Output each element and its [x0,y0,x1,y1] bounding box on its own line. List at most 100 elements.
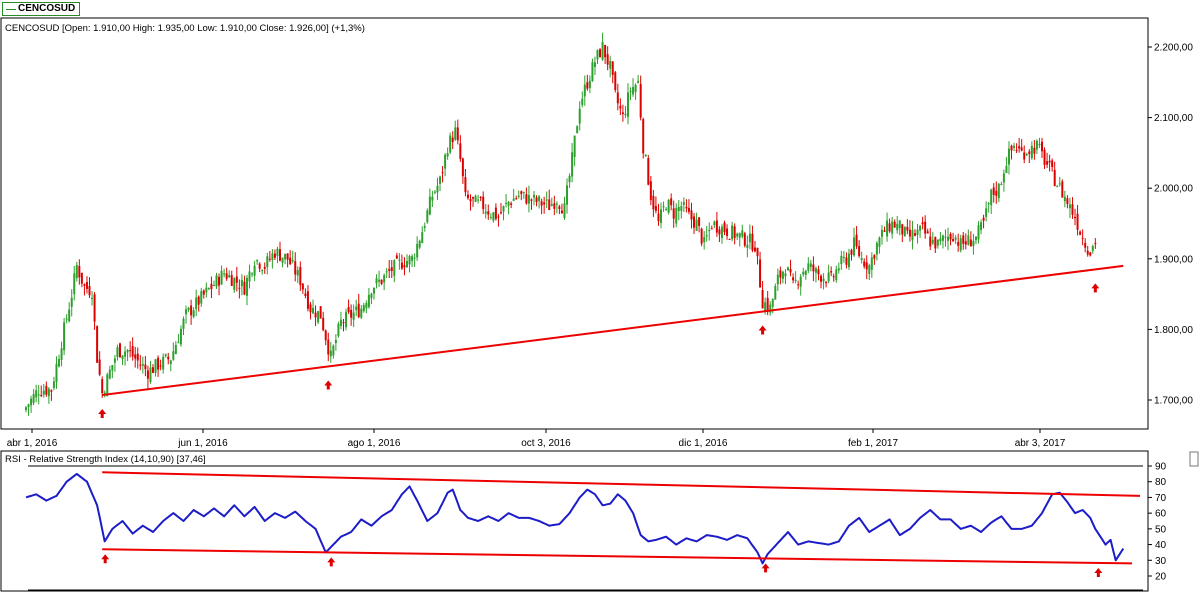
rsi-axis-label: 40 [1155,540,1167,551]
candle-body [60,348,63,360]
candle-body [131,346,134,357]
candle-body [708,229,711,231]
candle-body [649,181,652,201]
candle-body [700,228,703,244]
price-axis-group: 2.200,00 2.100,00 2.000,00 1.900,00 1.800,00… [1148,43,1193,407]
candle-body [685,206,688,209]
candle-body [444,154,447,169]
candle-body [428,196,431,215]
candle-body [276,248,279,256]
candle-body [202,290,205,295]
price-panel-title: CENCOSUD [Open: 1.910,00 High: 1.935,00 … [5,23,365,34]
candle-body [93,294,96,322]
candle-body [522,191,525,193]
candle-body [883,230,886,232]
candle-body [703,237,706,243]
candle-body [78,266,81,278]
candle-body [499,212,502,214]
candle-body [781,271,784,279]
candle-body [779,270,782,278]
candle-body [42,390,45,395]
candle-body [596,50,599,60]
candle-body [825,282,828,284]
candle-body [784,273,787,277]
candle-body [416,243,419,258]
candle-body [157,357,160,370]
candle-body [990,189,993,206]
candle-body [253,265,256,276]
price-axis-label: 2.100,00 [1154,113,1193,124]
candle-body [914,233,916,236]
candle-body [720,226,723,239]
candle-body [63,322,66,351]
candle-body [273,253,276,258]
candle-body [159,365,162,367]
candle-body [406,261,408,268]
candle-body [263,266,266,269]
rsi-axis-label: 70 [1155,493,1167,504]
candle-body [225,273,228,279]
candle-body [527,195,530,204]
candle-body [1063,196,1066,202]
candle-body [977,225,980,240]
candle-body [809,263,812,267]
candle-body [974,236,977,241]
candle-body [238,287,241,289]
candle-body [698,217,701,226]
candle-body [972,240,975,247]
candle-body [312,307,315,314]
candle-body [1084,242,1087,248]
candle-body [558,206,561,209]
candle-body [606,54,609,65]
candle-body [797,284,800,286]
candle-body [1066,198,1069,205]
candle-body [73,273,76,295]
rsi-scroll-handle[interactable] [1189,451,1199,467]
candle-body [1025,154,1028,156]
candle-body [1068,204,1071,209]
candle-body [644,154,647,156]
candle-body [1023,152,1026,160]
candle-body [687,207,690,212]
candle-body [662,206,665,208]
candle-body [352,312,355,320]
candle-body [118,343,121,358]
candle-body [75,265,78,279]
candle-body [301,283,304,290]
candle-body [880,229,883,237]
candle-body [101,379,104,394]
candle-body [464,177,467,193]
candle-body [939,238,942,242]
candle-body [995,190,998,196]
candle-body [190,305,193,316]
candle-body [802,271,805,275]
candle-body [903,226,906,237]
candle-body [284,253,287,260]
candle-body [682,202,685,205]
candle-body [207,288,210,290]
candle-body [413,257,416,259]
candle-body [941,235,944,241]
candle-body [870,257,873,270]
candle-body [339,319,342,326]
candle-body [426,210,429,223]
candle-body [850,249,853,255]
candle-body [934,236,937,249]
candle-body [258,263,261,269]
candle-body [753,247,756,252]
candle-body [660,209,662,223]
candle-body [563,203,566,218]
candle-body [985,208,988,217]
candle-body [210,283,213,289]
candle-body [446,153,449,157]
candle-body [291,260,294,262]
date-axis-label: feb 1, 2017 [848,438,898,449]
candle-body [408,256,411,265]
candle-body [228,275,231,278]
candle-body [545,199,548,201]
candle-body [152,367,154,373]
candle-body [68,309,71,322]
candle-body [261,270,264,272]
candle-body [553,203,556,209]
candle-body [853,237,856,256]
